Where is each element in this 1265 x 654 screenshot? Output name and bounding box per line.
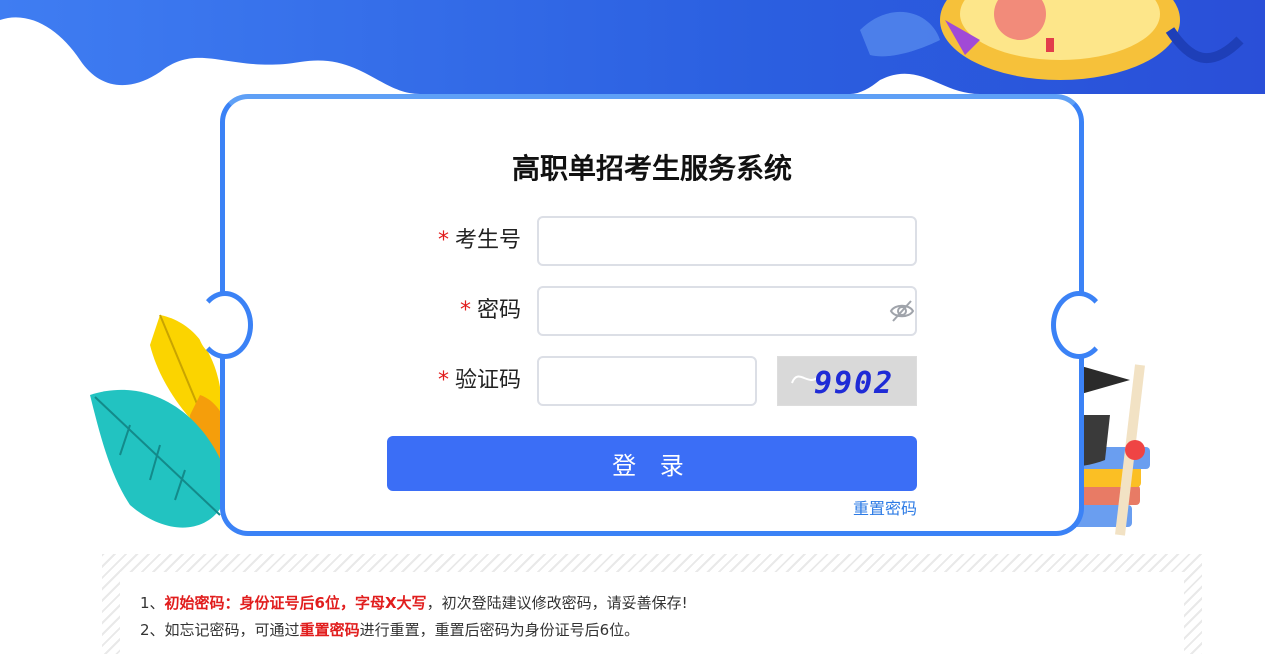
hero-illustration bbox=[860, 0, 1244, 80]
notice-line-1: 1、初始密码：身份证号后6位，字母X大写，初次登陆建议修改密码，请妥善保存! bbox=[140, 590, 1164, 617]
captcha-label: * 验证码 bbox=[438, 366, 521, 396]
notice-reset-link[interactable]: 重置密码 bbox=[300, 621, 360, 639]
reset-password-link[interactable]: 重置密码 bbox=[853, 495, 917, 519]
exam-no-input[interactable] bbox=[537, 216, 917, 266]
captcha-label-text: 验证码 bbox=[454, 368, 521, 393]
exam-no-label: * 考生号 bbox=[438, 226, 521, 256]
captcha-text: 9902 bbox=[814, 366, 894, 401]
required-mark: * bbox=[459, 298, 471, 323]
exam-no-label-text: 考生号 bbox=[454, 228, 521, 253]
password-row: * 密码 bbox=[225, 286, 1089, 336]
captcha-image[interactable]: 9902 bbox=[777, 356, 917, 406]
login-card: 高职单招考生服务系统 * 考生号 * 密码 * 验证码 9902 登 录 重置密… bbox=[197, 94, 1107, 536]
notice-box: 1、初始密码：身份证号后6位，字母X大写，初次登陆建议修改密码，请妥善保存! 2… bbox=[102, 554, 1202, 654]
notice-text: ，初次登陆建议修改密码，请妥善保存! bbox=[426, 594, 688, 612]
captcha-row: * 验证码 9902 bbox=[225, 356, 1089, 406]
notice-text: 如忘记密码，可通过 bbox=[164, 621, 300, 639]
notice-number: 2、 bbox=[140, 621, 165, 639]
required-mark: * bbox=[437, 368, 449, 393]
password-input[interactable] bbox=[537, 286, 917, 336]
captcha-input[interactable] bbox=[537, 356, 757, 406]
exam-no-row: * 考生号 bbox=[225, 216, 1089, 266]
notice-text: 进行重置，重置后密码为身份证号后6位。 bbox=[359, 621, 640, 639]
required-mark: * bbox=[437, 228, 449, 253]
notice-number: 1、 bbox=[140, 594, 165, 612]
notice-highlight: 初始密码：身份证号后6位，字母X大写 bbox=[164, 594, 427, 612]
eye-off-icon[interactable] bbox=[889, 299, 915, 323]
password-label-text: 密码 bbox=[476, 298, 521, 323]
login-button[interactable]: 登 录 bbox=[387, 436, 917, 491]
notice-content: 1、初始密码：身份证号后6位，字母X大写，初次登陆建议修改密码，请妥善保存! 2… bbox=[120, 572, 1184, 654]
password-label: * 密码 bbox=[460, 296, 521, 326]
page-title: 高职单招考生服务系统 bbox=[511, 152, 792, 185]
